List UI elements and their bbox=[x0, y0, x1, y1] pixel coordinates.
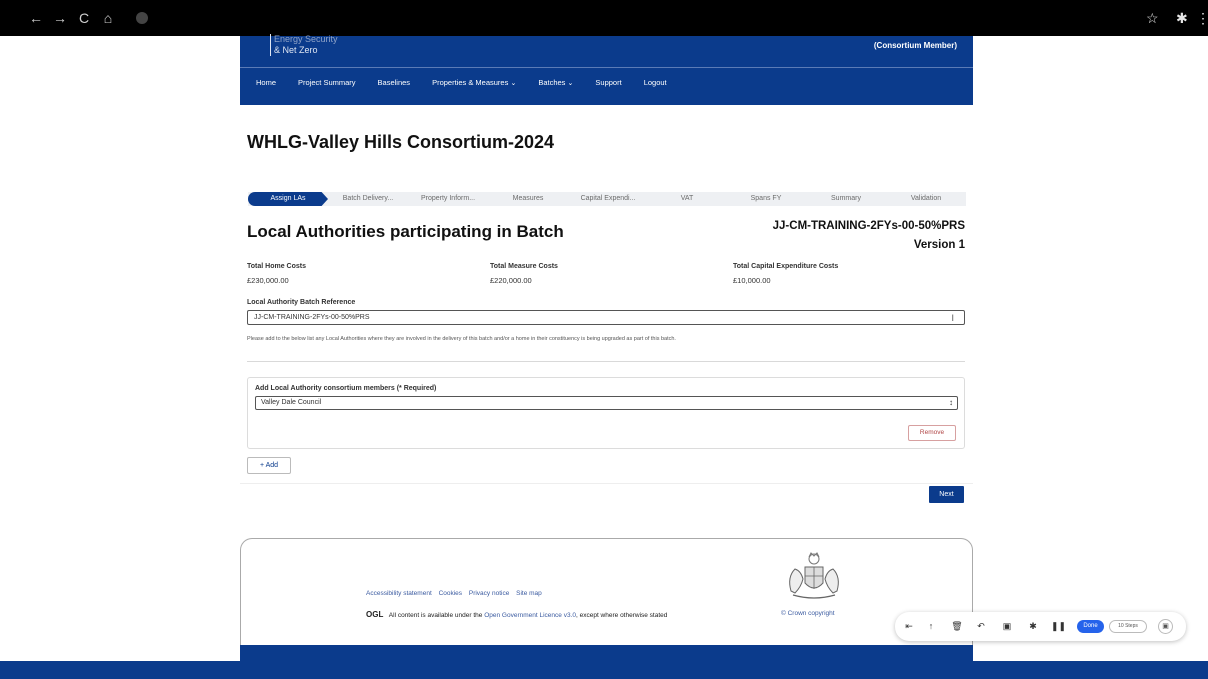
brand-line-1: Energy Security bbox=[274, 34, 338, 44]
back-icon[interactable]: ← bbox=[28, 10, 44, 26]
step-batch-delivery[interactable]: Batch Delivery... bbox=[328, 192, 408, 206]
record-icon[interactable]: ✱ bbox=[1027, 620, 1039, 632]
department-logo[interactable]: Energy Security & Net Zero bbox=[270, 34, 338, 56]
extensions-icon[interactable]: ✱ bbox=[1176, 10, 1188, 26]
total-capex-costs-label: Total Capital Expenditure Costs bbox=[733, 263, 839, 270]
batch-name: JJ-CM-TRAINING-2FYs-00-50%PRS bbox=[772, 220, 965, 232]
nav-properties-measures[interactable]: Properties & Measures ⌄ bbox=[432, 78, 516, 87]
step-summary[interactable]: Summary bbox=[806, 192, 886, 206]
la-member-label: Add Local Authority consortium members (… bbox=[255, 385, 437, 392]
nav-logout[interactable]: Logout bbox=[644, 78, 667, 87]
done-button[interactable]: Done bbox=[1077, 620, 1104, 633]
chevron-down-icon: ⌄ bbox=[567, 80, 574, 87]
trash-icon[interactable]: 🗑 bbox=[951, 620, 963, 632]
page-title: WHLG-Valley Hills Consortium-2024 bbox=[247, 132, 555, 152]
skip-back-icon[interactable]: ⇤ bbox=[903, 620, 915, 632]
royal-crest-icon bbox=[789, 552, 839, 599]
step-capital-expenditure[interactable]: Capital Expendi... bbox=[568, 192, 648, 206]
batch-reference-input[interactable]: JJ-CM-TRAINING-2FYs-00-50%PRS I bbox=[247, 310, 965, 325]
step-vat[interactable]: VAT bbox=[648, 192, 726, 206]
next-button[interactable]: Next bbox=[929, 486, 964, 503]
la-member-card: Add Local Authority consortium members (… bbox=[247, 377, 965, 449]
browser-menu-icon[interactable]: ⋮ bbox=[1196, 10, 1208, 26]
batch-reference-label: Local Authority Batch Reference bbox=[247, 299, 356, 306]
footer-link-cookies[interactable]: Cookies bbox=[439, 590, 462, 597]
crown-copyright-link[interactable]: © Crown copyright bbox=[781, 610, 835, 617]
la-member-selected: Valley Dale Council bbox=[261, 399, 322, 406]
batch-reference-value: JJ-CM-TRAINING-2FYs-00-50%PRS bbox=[254, 314, 370, 321]
footer-link-accessibility[interactable]: Accessibility statement bbox=[366, 590, 432, 597]
main-nav: Home Project Summary Baselines Propertie… bbox=[256, 78, 689, 87]
image-icon[interactable]: ▣ bbox=[1001, 620, 1013, 632]
section-title: Local Authorities participating in Batch bbox=[247, 222, 564, 241]
nav-batches-label: Batches bbox=[538, 78, 566, 87]
forward-icon[interactable]: → bbox=[52, 10, 68, 26]
nav-home[interactable]: Home bbox=[256, 78, 276, 87]
steps-count[interactable]: 10 Steps bbox=[1109, 620, 1147, 633]
page-bottom-band bbox=[0, 661, 1208, 679]
text-cursor-icon: I bbox=[951, 313, 954, 323]
nav-support[interactable]: Support bbox=[595, 78, 621, 87]
footer-link-privacy[interactable]: Privacy notice bbox=[469, 590, 509, 597]
step-measures[interactable]: Measures bbox=[488, 192, 568, 206]
remove-button[interactable]: Remove bbox=[908, 425, 956, 441]
total-measure-costs-value: £220,000.00 bbox=[490, 276, 532, 285]
undo-icon[interactable]: ↶ bbox=[975, 620, 987, 632]
licence-statement: OGL All content is available under the O… bbox=[366, 610, 667, 619]
chevron-down-icon: ⌄ bbox=[510, 80, 517, 87]
help-text: Please add to the below list any Local A… bbox=[247, 336, 676, 342]
ogl-logo: OGL bbox=[366, 610, 384, 619]
total-measure-costs-label: Total Measure Costs bbox=[490, 263, 558, 270]
step-assign-las[interactable]: Assign LAs bbox=[248, 192, 328, 206]
site-info-icon[interactable] bbox=[136, 12, 148, 24]
total-home-costs-label: Total Home Costs bbox=[247, 263, 306, 270]
licence-link[interactable]: Open Government Licence v3.0 bbox=[484, 612, 576, 619]
add-button[interactable]: + Add bbox=[247, 457, 291, 474]
section-divider bbox=[247, 361, 965, 362]
browser-toolbar: ← → C ⌂ ☆ ✱ ⋮ bbox=[0, 0, 1208, 36]
reload-icon[interactable]: C bbox=[76, 10, 92, 26]
total-home-costs-value: £230,000.00 bbox=[247, 276, 289, 285]
stop-icon[interactable]: ▣ bbox=[1158, 619, 1173, 634]
licence-text-after: , except where otherwise stated bbox=[575, 612, 668, 619]
select-arrows-icon: ↕ bbox=[949, 398, 953, 407]
up-arrow-icon[interactable]: ↑ bbox=[925, 620, 937, 632]
step-property-information[interactable]: Property Inform... bbox=[408, 192, 488, 206]
step-spans-fy[interactable]: Spans FY bbox=[726, 192, 806, 206]
site-footer: Accessibility statement Cookies Privacy … bbox=[240, 538, 973, 661]
footer-links: Accessibility statement Cookies Privacy … bbox=[366, 590, 547, 597]
total-capex-costs-value: £10,000.00 bbox=[733, 276, 771, 285]
home-icon[interactable]: ⌂ bbox=[100, 10, 116, 26]
batch-version: Version 1 bbox=[913, 239, 965, 251]
pause-icon[interactable]: ❚❚ bbox=[1051, 620, 1066, 632]
footer-band bbox=[240, 645, 973, 661]
nav-project-summary[interactable]: Project Summary bbox=[298, 78, 356, 87]
step-validation[interactable]: Validation bbox=[886, 192, 966, 206]
nav-baselines[interactable]: Baselines bbox=[378, 78, 411, 87]
progress-path: Assign LAs Batch Delivery... Property In… bbox=[248, 192, 966, 206]
licence-text-before: All content is available under the bbox=[388, 612, 483, 619]
form-divider bbox=[240, 483, 973, 484]
header-divider bbox=[240, 67, 973, 68]
site-header: Energy Security & Net Zero (Consortium M… bbox=[240, 34, 973, 105]
recorder-toolbar: ⇤ ↑ 🗑 ↶ ▣ ✱ ❚❚ Done 10 Steps ▣ bbox=[895, 612, 1186, 641]
brand-line-2: & Net Zero bbox=[274, 45, 318, 55]
bookmark-star-icon[interactable]: ☆ bbox=[1146, 10, 1159, 26]
user-role: (Consortium Member) bbox=[873, 41, 957, 50]
nav-batches[interactable]: Batches ⌄ bbox=[538, 78, 573, 87]
la-member-select[interactable]: Valley Dale Council ↕ bbox=[255, 396, 958, 410]
nav-properties-measures-label: Properties & Measures bbox=[432, 78, 509, 87]
footer-link-sitemap[interactable]: Site map bbox=[516, 590, 542, 597]
